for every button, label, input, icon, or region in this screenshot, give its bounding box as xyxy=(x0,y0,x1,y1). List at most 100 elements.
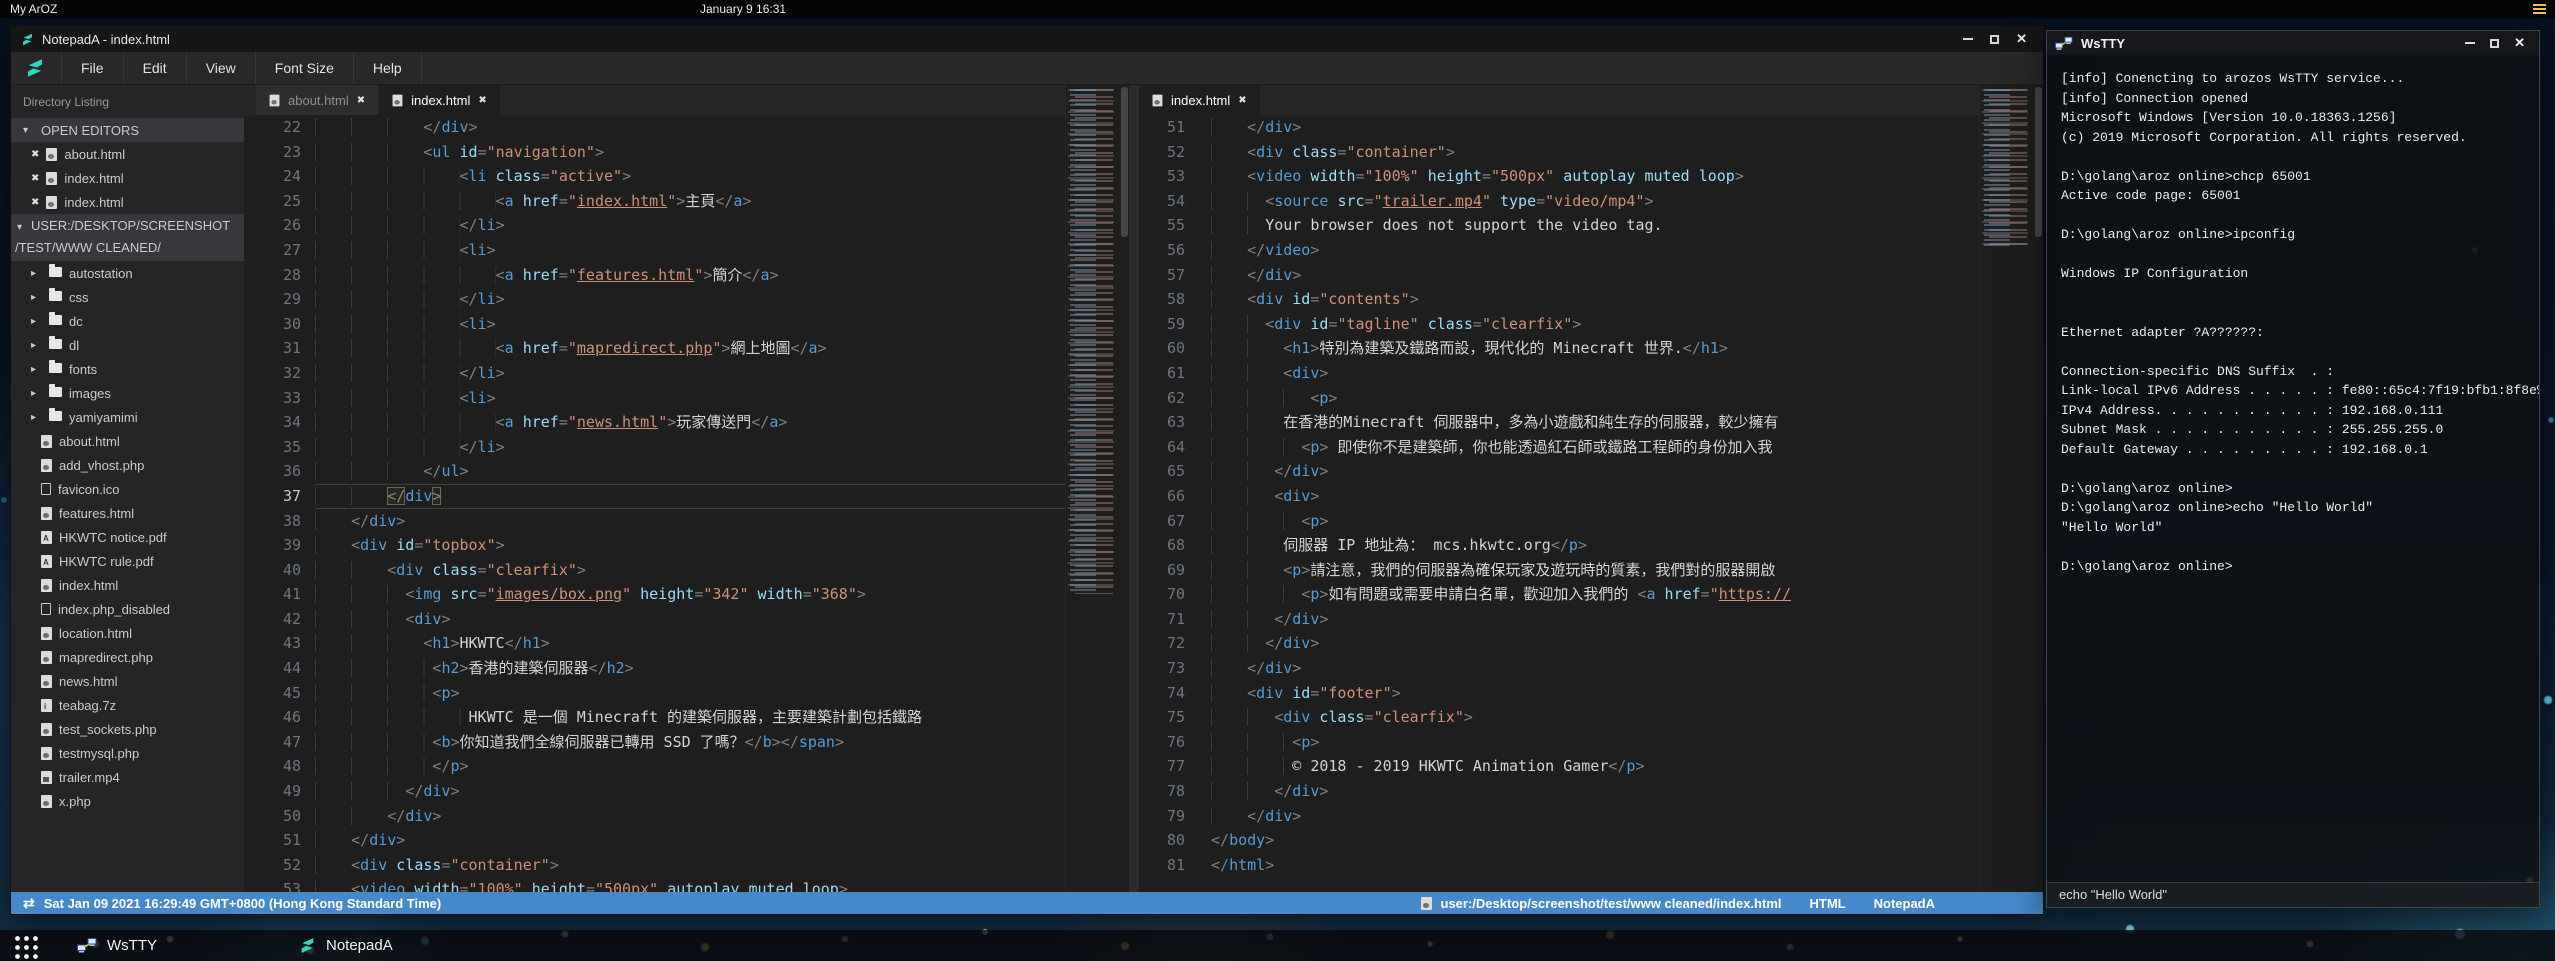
terminal-output[interactable]: [info] Conencting to arozos WsTTY servic… xyxy=(2047,55,2539,882)
code-line-25[interactable]: 25 <a href="index.html">主頁</a> xyxy=(244,189,1129,214)
code-line-77[interactable]: 77 © 2018 - 2019 HKWTC Animation Gamer</… xyxy=(1139,754,2043,779)
sidebar-file[interactable]: add_vhost.php xyxy=(11,453,244,477)
code-line-46[interactable]: 46 HKWTC 是一個 Minecraft 的建築伺服器，主要建築計劃包括鐵路 xyxy=(244,705,1129,730)
code-line-74[interactable]: 74 <div id="footer"> xyxy=(1139,681,2043,706)
sidebar-file[interactable]: index.html xyxy=(11,573,244,597)
tab-close-icon[interactable]: ✖ xyxy=(357,95,365,106)
terminal-input[interactable]: echo "Hello World" xyxy=(2047,882,2539,907)
menu-item-help[interactable]: Help xyxy=(353,52,422,84)
minimap-left[interactable] xyxy=(1065,85,1129,892)
sidebar-folder-dl[interactable]: ▸dl xyxy=(11,333,244,357)
close-icon[interactable]: ✕ xyxy=(2016,34,2027,44)
code-line-51[interactable]: 51 </div> xyxy=(1139,115,2043,140)
code-line-40[interactable]: 40 <div class="clearfix"> xyxy=(244,558,1129,583)
code-line-68[interactable]: 68 伺服器 IP 地址為： mcs.hkwtc.org</p> xyxy=(1139,533,2043,558)
app-grid-icon[interactable] xyxy=(12,932,39,959)
scrollbar-left[interactable] xyxy=(1121,87,1128,237)
maximize-icon[interactable] xyxy=(2490,39,2499,48)
sidebar-folder-dc[interactable]: ▸dc xyxy=(11,309,244,333)
open-editors-section[interactable]: ▾ OPEN EDITORS xyxy=(11,118,244,142)
code-line-51[interactable]: 51 </div> xyxy=(244,828,1129,853)
sidebar-file[interactable]: news.html xyxy=(11,669,244,693)
code-line-42[interactable]: 42 <div> xyxy=(244,607,1129,632)
code-line-32[interactable]: 32 </li> xyxy=(244,361,1129,386)
code-line-39[interactable]: 39 <div id="topbox"> xyxy=(244,533,1129,558)
code-line-52[interactable]: 52 <div class="container"> xyxy=(244,853,1129,878)
taskbar-item-wstty[interactable]: WsTTY xyxy=(67,930,167,961)
code-line-81[interactable]: 81</html> xyxy=(1139,853,2043,878)
code-line-61[interactable]: 61 <div> xyxy=(1139,361,2043,386)
sidebar-folder-autostation[interactable]: ▸autostation xyxy=(11,261,244,285)
code-line-70[interactable]: 70 <p>如有問題或需要申請白名單，歡迎加入我們的 <a href="http… xyxy=(1139,582,2043,607)
code-line-22[interactable]: 22 </div> xyxy=(244,115,1129,140)
minimap-right[interactable] xyxy=(1979,85,2043,892)
sidebar-file[interactable]: test_sockets.php xyxy=(11,717,244,741)
minimize-icon[interactable] xyxy=(2465,42,2475,44)
scrollbar-right[interactable] xyxy=(2035,87,2042,237)
code-line-31[interactable]: 31 <a href="mapredirect.php">網上地圖</a> xyxy=(244,336,1129,361)
close-icon[interactable]: ✖ xyxy=(31,197,39,208)
maximize-icon[interactable] xyxy=(1990,35,1999,44)
code-line-53[interactable]: 53 <video width="100%" height="500px" au… xyxy=(244,877,1129,892)
code-line-27[interactable]: 27 <li> xyxy=(244,238,1129,263)
code-line-56[interactable]: 56 </video> xyxy=(1139,238,2043,263)
code-line-80[interactable]: 80</body> xyxy=(1139,828,2043,853)
sidebar-file[interactable]: teabag.7z xyxy=(11,693,244,717)
code-line-69[interactable]: 69 <p>請注意，我們的伺服器為確保玩家及遊玩時的質素，我們對的服器開啟 xyxy=(1139,558,2043,583)
sidebar-file[interactable]: features.html xyxy=(11,501,244,525)
code-line-35[interactable]: 35 </li> xyxy=(244,435,1129,460)
code-line-57[interactable]: 57 </div> xyxy=(1139,263,2043,288)
close-icon[interactable]: ✕ xyxy=(2514,38,2525,48)
code-line-37[interactable]: 37 </div> xyxy=(244,484,1129,509)
sidebar-file[interactable]: trailer.mp4 xyxy=(11,765,244,789)
code-editor-left[interactable]: 22 </div>23 <ul id="navigation">24 <li c… xyxy=(244,115,1129,892)
code-line-36[interactable]: 36 </ul> xyxy=(244,459,1129,484)
code-line-29[interactable]: 29 </li> xyxy=(244,287,1129,312)
minimize-icon[interactable] xyxy=(1963,38,1973,40)
code-line-72[interactable]: 72 </div> xyxy=(1139,631,2043,656)
code-line-41[interactable]: 41 <img src="images/box.png" height="342… xyxy=(244,582,1129,607)
root-folder-section[interactable]: ▾USER:/DESKTOP/SCREENSHOT /TEST/WWW CLEA… xyxy=(11,214,244,261)
sidebar-file[interactable]: x.php xyxy=(11,789,244,813)
code-line-50[interactable]: 50 </div> xyxy=(244,804,1129,829)
sidebar-file[interactable]: about.html xyxy=(11,429,244,453)
menu-item-edit[interactable]: Edit xyxy=(123,52,186,84)
code-editor-right[interactable]: 51 </div>52 <div class="container">53 <v… xyxy=(1139,115,2043,892)
tab-index.html[interactable]: index.html✖ xyxy=(379,85,500,115)
menu-item-font-size[interactable]: Font Size xyxy=(255,52,353,84)
code-line-65[interactable]: 65 </div> xyxy=(1139,459,2043,484)
open-editor-item[interactable]: ✖index.html xyxy=(11,190,244,214)
code-line-55[interactable]: 55 Your browser does not support the vid… xyxy=(1139,213,2043,238)
code-line-60[interactable]: 60 <h1>特別為建築及鐵路而設，現代化的 Minecraft 世界.</h1… xyxy=(1139,336,2043,361)
close-icon[interactable]: ✖ xyxy=(31,173,39,184)
sidebar-file[interactable]: HKWTC notice.pdf xyxy=(11,525,244,549)
code-line-75[interactable]: 75 <div class="clearfix"> xyxy=(1139,705,2043,730)
menu-item-view[interactable]: View xyxy=(186,52,255,84)
code-line-26[interactable]: 26 </li> xyxy=(244,213,1129,238)
tab-close-icon[interactable]: ✖ xyxy=(1238,95,1246,106)
code-line-38[interactable]: 38 </div> xyxy=(244,509,1129,534)
code-line-43[interactable]: 43 <h1>HKWTC</h1> xyxy=(244,631,1129,656)
sidebar-file[interactable]: favicon.ico xyxy=(11,477,244,501)
code-line-79[interactable]: 79 </div> xyxy=(1139,804,2043,829)
code-line-78[interactable]: 78 </div> xyxy=(1139,779,2043,804)
sidebar-folder-css[interactable]: ▸css xyxy=(11,285,244,309)
code-line-34[interactable]: 34 <a href="news.html">玩家傳送門</a> xyxy=(244,410,1129,435)
sidebar-file[interactable]: index.php_disabled xyxy=(11,597,244,621)
code-line-62[interactable]: 62 <p> xyxy=(1139,386,2043,411)
open-editor-item[interactable]: ✖about.html xyxy=(11,142,244,166)
code-line-71[interactable]: 71 </div> xyxy=(1139,607,2043,632)
code-line-63[interactable]: 63 在香港的Minecraft 伺服器中，多為小遊戲和純生存的伺服器，較少擁有 xyxy=(1139,410,2043,435)
tab-about.html[interactable]: about.html✖ xyxy=(256,85,378,115)
code-line-73[interactable]: 73 </div> xyxy=(1139,656,2043,681)
sidebar-file[interactable]: HKWTC rule.pdf xyxy=(11,549,244,573)
code-line-33[interactable]: 33 <li> xyxy=(244,386,1129,411)
code-line-49[interactable]: 49 </div> xyxy=(244,779,1129,804)
code-line-28[interactable]: 28 <a href="features.html">簡介</a> xyxy=(244,263,1129,288)
tab-close-icon[interactable]: ✖ xyxy=(478,95,486,106)
code-line-58[interactable]: 58 <div id="contents"> xyxy=(1139,287,2043,312)
code-line-48[interactable]: 48 </p> xyxy=(244,754,1129,779)
code-line-54[interactable]: 54 <source src="trailer.mp4" type="video… xyxy=(1139,189,2043,214)
taskbar-item-notepada[interactable]: NotepadA xyxy=(289,930,403,961)
sidebar-file[interactable]: mapredirect.php xyxy=(11,645,244,669)
